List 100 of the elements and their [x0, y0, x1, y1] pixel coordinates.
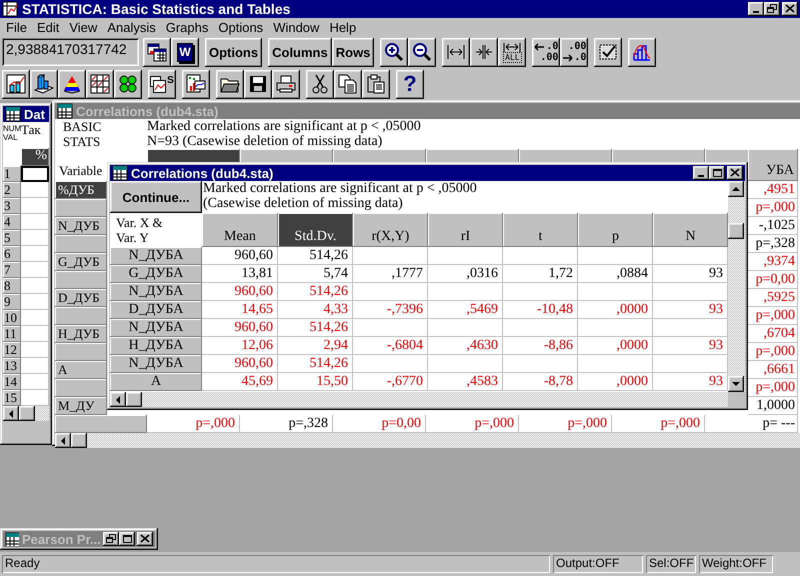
checkbox-button[interactable]: [594, 38, 622, 66]
scroll-thumb[interactable]: [19, 406, 35, 421]
table-cell[interactable]: [21, 342, 49, 358]
table-cell[interactable]: [353, 247, 428, 265]
row-header[interactable]: D_ДУБ: [55, 289, 107, 307]
scrollbar[interactable]: [728, 181, 745, 407]
table-cell[interactable]: [21, 230, 49, 246]
restore-button[interactable]: [764, 2, 780, 16]
scroll-left-button[interactable]: [55, 433, 71, 448]
row-header[interactable]: [55, 199, 107, 217]
table-cell[interactable]: [21, 294, 49, 310]
table-cell[interactable]: ,1777: [353, 265, 428, 283]
decimals-button[interactable]: .0 .00: [532, 38, 560, 66]
table-cell[interactable]: p=,000: [519, 415, 612, 433]
table-cell[interactable]: [578, 247, 653, 265]
minimize-button[interactable]: [693, 166, 709, 180]
row-header[interactable]: N_ДУБА: [110, 283, 202, 301]
table-cell[interactable]: ,5925: [748, 289, 798, 307]
table-cell[interactable]: [21, 246, 49, 262]
table-cell[interactable]: ,4583: [428, 373, 503, 391]
row-number[interactable]: 6: [3, 246, 21, 262]
table-cell[interactable]: [21, 198, 49, 214]
column-header[interactable]: УБА: [748, 149, 798, 181]
table-cell[interactable]: -8,86: [503, 337, 578, 355]
table-cell[interactable]: [21, 310, 49, 326]
table-cell[interactable]: 13,81: [202, 265, 278, 283]
row-number[interactable]: 12: [3, 342, 21, 358]
graph-button[interactable]: [58, 70, 86, 98]
table-cell[interactable]: 15,50: [278, 373, 353, 391]
table-cell[interactable]: [21, 182, 49, 198]
table-cell[interactable]: p=,328: [748, 235, 798, 253]
table-cell[interactable]: p=0,00: [333, 415, 426, 433]
table-cell[interactable]: [21, 278, 49, 294]
zoom-in-button[interactable]: [380, 38, 408, 66]
row-number[interactable]: 7: [3, 262, 21, 278]
table-cell[interactable]: p=,000: [612, 415, 705, 433]
row-number[interactable]: 9: [3, 294, 21, 310]
scroll-thumb[interactable]: [126, 392, 142, 407]
table-cell[interactable]: ,0884: [578, 265, 653, 283]
row-header[interactable]: [55, 235, 107, 253]
table-cell[interactable]: -,6804: [353, 337, 428, 355]
table-cell[interactable]: p=,000: [748, 307, 798, 325]
row-header[interactable]: N_ДУБА: [110, 319, 202, 337]
toolbar-text-button[interactable]: Columns: [268, 38, 332, 66]
table-cell[interactable]: [428, 355, 503, 373]
table-cell[interactable]: p=,000: [147, 415, 240, 433]
table-cell[interactable]: [503, 319, 578, 337]
menu-item[interactable]: Options: [214, 20, 270, 34]
scroll-up-button[interactable]: [728, 181, 744, 197]
table-cell[interactable]: ,0000: [578, 373, 653, 391]
table-cell[interactable]: ,9374: [748, 253, 798, 271]
menu-item[interactable]: File: [2, 20, 33, 34]
table-cell[interactable]: ,6661: [748, 361, 798, 379]
row-header[interactable]: [55, 343, 107, 361]
table-cell[interactable]: [578, 355, 653, 373]
narrow-columns-button[interactable]: [470, 38, 498, 66]
table-cell[interactable]: ,4951: [748, 181, 798, 199]
column-header[interactable]: %: [21, 148, 49, 166]
table-cell[interactable]: p=,328: [240, 415, 333, 433]
table-cell[interactable]: [653, 319, 728, 337]
row-header[interactable]: N_ДУБА: [110, 355, 202, 373]
minimize-button[interactable]: [748, 2, 764, 16]
report-button[interactable]: W: [171, 38, 199, 66]
menu-item[interactable]: Help: [325, 20, 362, 34]
maximize-button[interactable]: [709, 166, 725, 180]
table-cell[interactable]: 93: [653, 337, 728, 355]
cut-button[interactable]: [306, 70, 334, 98]
menu-item[interactable]: View: [65, 20, 104, 34]
table-cell[interactable]: [21, 166, 49, 182]
help-button[interactable]: ?: [396, 70, 424, 98]
table-cell[interactable]: 960,60: [202, 319, 278, 337]
table-cell[interactable]: [21, 214, 49, 230]
column-header[interactable]: rI: [428, 213, 503, 247]
table-cell[interactable]: 14,65: [202, 301, 278, 319]
table-cell[interactable]: 514,26: [278, 355, 353, 373]
table-cell[interactable]: p=,000: [748, 343, 798, 361]
row-header[interactable]: [55, 307, 107, 325]
menu-item[interactable]: Analysis: [103, 20, 162, 34]
table-cell[interactable]: [353, 355, 428, 373]
paste-button[interactable]: [362, 70, 390, 98]
close-button[interactable]: [782, 2, 798, 16]
table-cell[interactable]: [503, 355, 578, 373]
table-cell[interactable]: -,6770: [353, 373, 428, 391]
scroll-thumb[interactable]: [728, 223, 744, 239]
table-cell[interactable]: [428, 283, 503, 301]
column-header[interactable]: N: [653, 213, 728, 247]
row-header[interactable]: D_ДУБА: [110, 301, 202, 319]
toolbar-text-button[interactable]: Rows: [332, 38, 374, 66]
row-number[interactable]: 2: [3, 182, 21, 198]
table-cell[interactable]: 12,06: [202, 337, 278, 355]
table-cell[interactable]: ,5469: [428, 301, 503, 319]
fit-all-button[interactable]: ALL: [498, 38, 526, 66]
graph-button[interactable]: [30, 70, 58, 98]
continue-button[interactable]: Continue...: [110, 181, 202, 213]
table-cell[interactable]: [428, 319, 503, 337]
print-button[interactable]: [272, 70, 300, 98]
table-cell[interactable]: ,0316: [428, 265, 503, 283]
table-cell[interactable]: 1,72: [503, 265, 578, 283]
row-header[interactable]: G_ДУБА: [110, 265, 202, 283]
window-title-bar[interactable]: Correlations (dub4.sta): [110, 165, 745, 181]
